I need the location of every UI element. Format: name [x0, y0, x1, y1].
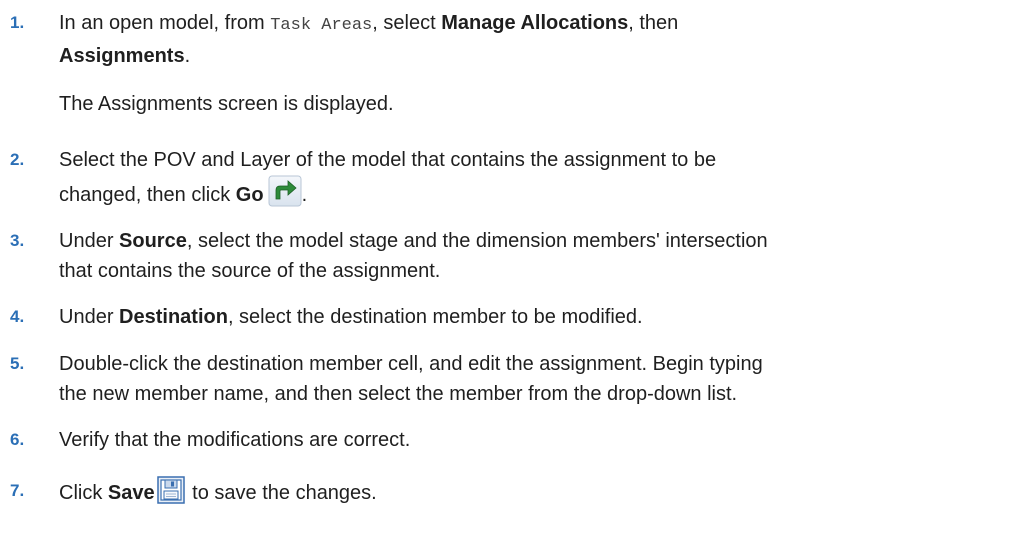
step-text-part: , select — [372, 12, 442, 34]
step-text-part: , select the destination member to be mo… — [227, 306, 643, 328]
code-task-areas: Task Areas — [270, 16, 373, 35]
step-text-part: to save the changes. — [186, 482, 377, 504]
ui-term-source: Source — [119, 230, 187, 252]
ui-term-go: Go — [235, 184, 264, 206]
step-text: Under Source, select the model stage and… — [59, 226, 979, 286]
step-text: Select the POV and Layer of the model th… — [59, 145, 979, 210]
save-disk-icon — [156, 476, 185, 504]
step-text-part: Under — [59, 306, 120, 328]
step-text-part: changed, then click — [59, 184, 236, 206]
step-text: Click Save to save the changes. — [59, 476, 979, 508]
ui-term-save: Save — [107, 482, 155, 504]
step-number: 5. — [10, 354, 25, 373]
step-text-part: Verify that the modifications are correc… — [59, 429, 411, 451]
step-number: 7. — [10, 481, 25, 500]
step-text-part: the new member name, and then select the… — [59, 383, 738, 405]
step-text-part: . — [301, 184, 308, 206]
step-text: In an open model, from Task Areas, selec… — [59, 8, 979, 71]
step-text-part: In an open model, from — [59, 12, 271, 34]
ui-term-destination: Destination — [119, 306, 228, 328]
step-text-part: Double-click the destination member cell… — [59, 353, 763, 375]
step-text-part: , then — [628, 12, 679, 34]
step-text-part: Select the POV and Layer of the model th… — [59, 149, 717, 171]
step-text-part: . — [184, 45, 191, 67]
ui-term-manage-allocations: Manage Allocations — [441, 12, 629, 34]
step-number: 1. — [10, 13, 25, 32]
step-1-result: The Assignments screen is displayed. — [59, 93, 394, 115]
step-text: Double-click the destination member cell… — [59, 349, 979, 409]
step-text: Verify that the modifications are correc… — [59, 425, 979, 455]
step-text: Under Destination, select the destinatio… — [59, 302, 979, 332]
step-text-part: Under — [59, 230, 120, 252]
go-arrow-icon — [268, 175, 302, 207]
step-number: 4. — [10, 307, 25, 326]
step-text-part: Click — [59, 482, 108, 504]
step-number: 6. — [10, 430, 25, 449]
step-text-part: that contains the source of the assignme… — [59, 260, 441, 282]
step-number: 2. — [10, 150, 25, 169]
step-text-part: , select the model stage and the dimensi… — [186, 230, 768, 252]
step-number: 3. — [10, 231, 25, 250]
ui-term-assignments: Assignments — [59, 45, 185, 67]
